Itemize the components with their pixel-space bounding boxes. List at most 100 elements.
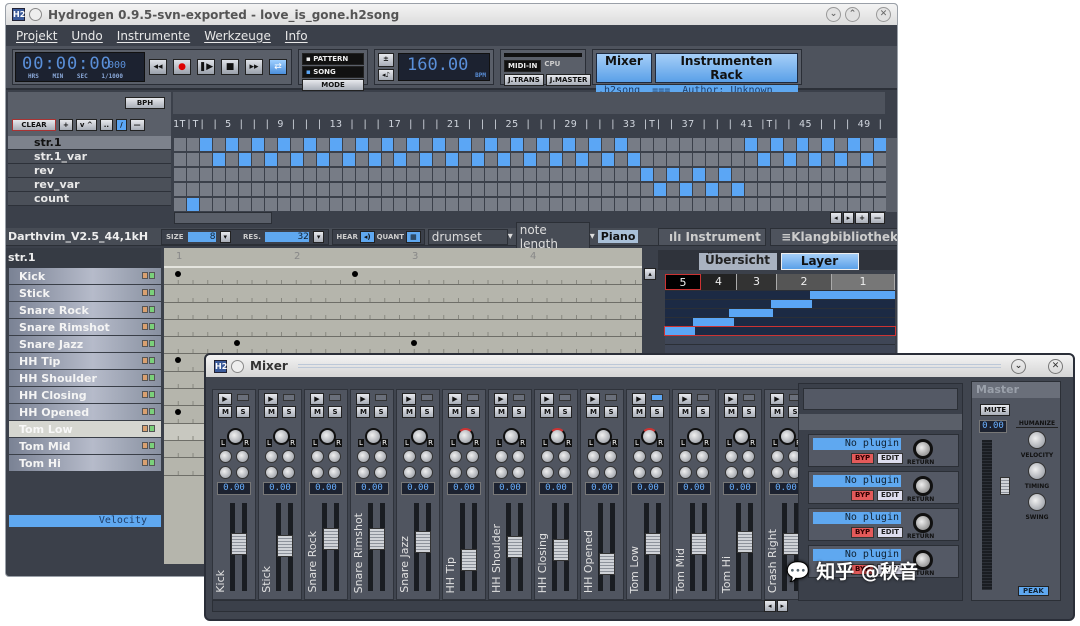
fx-send-knob[interactable]	[725, 466, 738, 479]
song-cell[interactable]	[731, 153, 744, 166]
note[interactable]	[411, 340, 417, 347]
song-cell[interactable]	[576, 198, 588, 211]
channel-fader[interactable]	[366, 503, 388, 591]
solo-led[interactable]	[149, 408, 155, 415]
jack-transport-button[interactable]: J.TRANS	[504, 74, 544, 86]
pan-knob[interactable]: LR	[680, 427, 710, 447]
song-cell[interactable]	[420, 168, 433, 181]
fx-send-knob[interactable]	[650, 466, 663, 479]
mute-led[interactable]	[142, 357, 148, 364]
solo-button[interactable]: S	[696, 406, 710, 418]
song-cell[interactable]	[342, 153, 355, 166]
solo-led[interactable]	[149, 425, 155, 432]
mixer-button[interactable]: Mixer	[596, 53, 652, 83]
song-cell[interactable]	[186, 153, 199, 166]
clear-button[interactable]: CLEAR	[12, 119, 56, 131]
song-cell[interactable]	[861, 138, 874, 151]
song-cell[interactable]	[589, 183, 601, 196]
fx-send-knob[interactable]	[604, 466, 617, 479]
song-cell[interactable]	[589, 198, 601, 211]
song-cell[interactable]	[251, 168, 264, 181]
song-cell[interactable]	[848, 198, 861, 211]
song-cell[interactable]	[640, 138, 653, 151]
song-cell[interactable]	[433, 168, 446, 181]
channel-fader[interactable]	[320, 503, 342, 591]
song-cell[interactable]	[381, 138, 394, 151]
fx-send-knob[interactable]	[771, 466, 784, 479]
layer-tab[interactable]: 1	[832, 274, 895, 290]
song-cell[interactable]	[692, 168, 705, 181]
fx-edit-button[interactable]: EDIT	[877, 527, 903, 538]
mute-led[interactable]	[142, 374, 148, 381]
instrument-select[interactable]: drumset	[427, 228, 508, 245]
song-cell[interactable]	[238, 198, 251, 211]
song-cell[interactable]	[485, 153, 498, 166]
song-cell[interactable]	[277, 198, 290, 211]
song-cell[interactable]	[446, 138, 459, 151]
fx-send-knob[interactable]	[541, 450, 554, 463]
song-cell[interactable]	[303, 153, 316, 166]
mute-led[interactable]	[142, 272, 148, 279]
song-cell[interactable]	[342, 168, 355, 181]
song-cell[interactable]	[251, 138, 264, 151]
song-cell[interactable]	[511, 183, 524, 196]
song-cell[interactable]	[459, 168, 472, 181]
song-cell[interactable]	[199, 183, 212, 196]
song-cell[interactable]	[796, 153, 809, 166]
solo-button[interactable]: S	[558, 406, 572, 418]
fx-send-knob[interactable]	[771, 450, 784, 463]
song-cell[interactable]	[186, 198, 199, 211]
play-sample-button[interactable]: ▶	[218, 393, 232, 405]
solo-led[interactable]	[149, 374, 155, 381]
song-cell[interactable]	[822, 168, 835, 181]
note-length-select[interactable]: note length	[515, 221, 590, 252]
fx-send-knob[interactable]	[420, 450, 433, 463]
song-cell[interactable]	[511, 168, 524, 181]
res-dropdown[interactable]: ▾	[312, 230, 325, 243]
song-cell[interactable]	[822, 153, 835, 166]
mixer-hscrollbar[interactable]	[212, 600, 788, 612]
song-cell[interactable]	[783, 183, 796, 196]
song-cell[interactable]	[601, 168, 614, 181]
song-cell[interactable]	[316, 138, 329, 151]
mute-button[interactable]: M	[448, 406, 462, 418]
master-mute-button[interactable]: MUTE	[980, 404, 1010, 416]
song-cell[interactable]	[407, 198, 420, 211]
song-cell[interactable]	[407, 153, 420, 166]
solo-led[interactable]	[149, 391, 155, 398]
fx-send-knob[interactable]	[650, 450, 663, 463]
song-cell[interactable]	[511, 198, 524, 211]
song-mode-indicator[interactable]: ▪ SONG	[302, 66, 364, 78]
song-cell[interactable]	[394, 198, 407, 211]
song-cell[interactable]	[355, 138, 368, 151]
mode-button[interactable]: MODE	[302, 79, 364, 91]
song-cell[interactable]	[537, 198, 550, 211]
song-cell[interactable]	[731, 138, 744, 151]
channel-fader[interactable]	[596, 503, 618, 591]
fx-send-knob[interactable]	[403, 466, 416, 479]
song-cell[interactable]	[238, 138, 251, 151]
fx-return-knob[interactable]	[913, 513, 933, 533]
mute-button[interactable]: M	[494, 406, 508, 418]
pan-knob[interactable]: LR	[266, 427, 296, 447]
mute-button[interactable]: M	[770, 406, 784, 418]
play-sample-button[interactable]: ▶	[586, 393, 600, 405]
song-cell[interactable]	[368, 138, 381, 151]
move-down-button[interactable]: v ^	[75, 119, 97, 131]
zoom-out-button[interactable]: —	[870, 212, 885, 224]
song-cell[interactable]	[524, 138, 537, 151]
song-cell[interactable]	[186, 168, 199, 181]
song-cell[interactable]	[809, 138, 822, 151]
menu-projekt[interactable]: Projekt	[16, 29, 57, 43]
song-cell[interactable]	[407, 138, 420, 151]
solo-button[interactable]: S	[512, 406, 526, 418]
fx-edit-button[interactable]: EDIT	[877, 453, 903, 464]
song-cell[interactable]	[653, 198, 666, 211]
fader-handle[interactable]	[231, 533, 247, 555]
song-cell[interactable]	[576, 138, 588, 151]
bph-button[interactable]: BPH	[125, 97, 165, 109]
song-cell[interactable]	[368, 168, 381, 181]
solo-led[interactable]	[149, 272, 155, 279]
select-mode-button[interactable]: ..	[99, 119, 114, 131]
song-cell[interactable]	[433, 153, 446, 166]
